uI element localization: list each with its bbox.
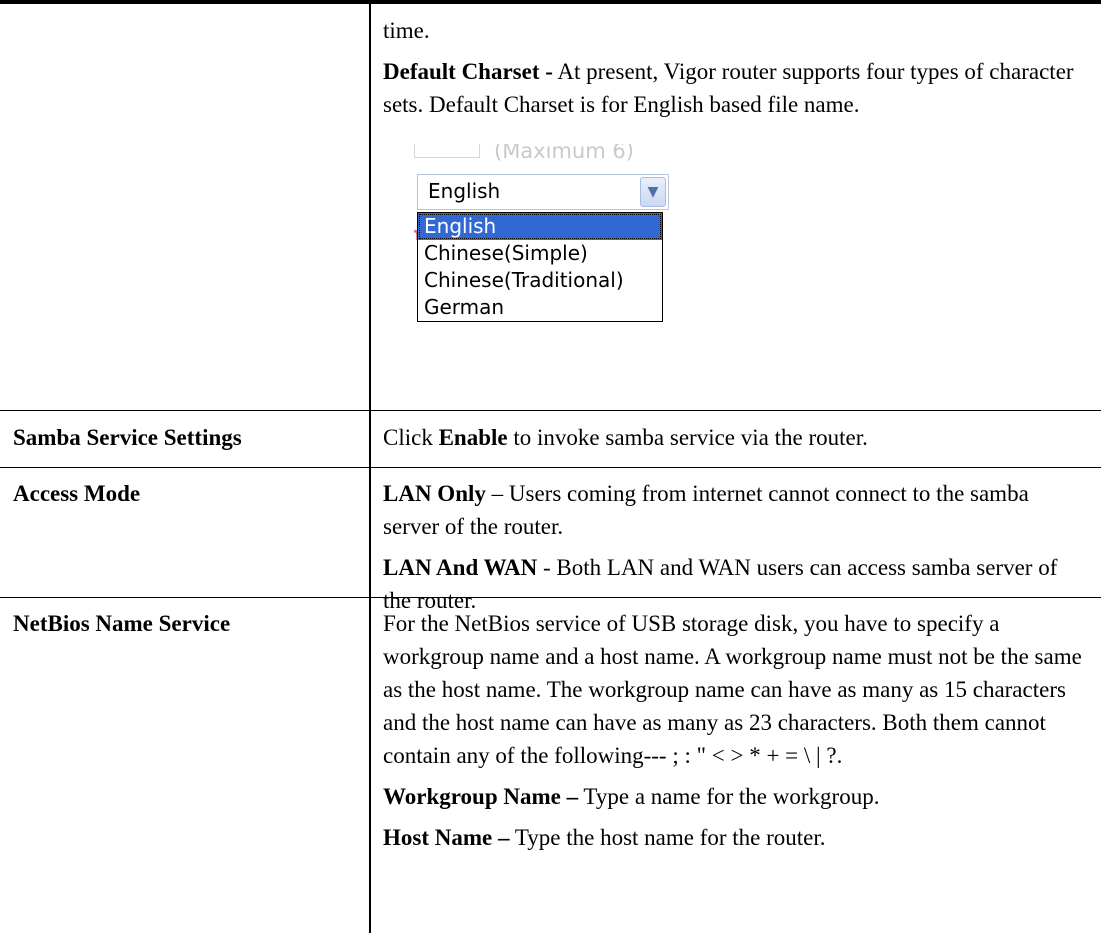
ghost-input-box xyxy=(414,144,480,158)
samba-label: Samba Service Settings xyxy=(13,425,242,450)
samba-pre: Click xyxy=(383,425,439,450)
row-divider xyxy=(0,467,1101,468)
charset-option[interactable]: Chinese(Simple) xyxy=(418,240,662,267)
lan-only-paragraph: LAN Only – Users coming from internet ca… xyxy=(383,477,1088,543)
lan-only-term: LAN Only xyxy=(383,481,486,506)
charset-screenshot: (Maximum 6) h English ▼ English Chinese(… xyxy=(414,144,734,374)
host-desc: Type the host name for the router. xyxy=(509,825,826,850)
host-term: Host Name – xyxy=(383,825,510,850)
charset-select[interactable]: English ▼ xyxy=(417,174,669,210)
table-top-rule xyxy=(0,0,1101,4)
ghost-text: (Maximum 6) xyxy=(494,144,634,163)
access-mode-cell: LAN Only – Users coming from internet ca… xyxy=(383,477,1088,625)
workgroup-term: Workgroup Name – xyxy=(383,784,579,809)
charset-paragraph: Default Charset - At present, Vigor rout… xyxy=(383,55,1088,121)
samba-enable-term: Enable xyxy=(438,425,508,450)
workgroup-desc: Type a name for the workgroup. xyxy=(578,784,880,809)
charset-option[interactable]: German xyxy=(418,294,662,321)
netbios-desc: For the NetBios service of USB storage d… xyxy=(383,611,1082,768)
lan-wan-term: LAN And WAN xyxy=(383,555,538,580)
samba-post: to invoke samba service via the router. xyxy=(507,425,868,450)
netbios-cell: For the NetBios service of USB storage d… xyxy=(383,607,1088,862)
charset-options-list[interactable]: English Chinese(Simple) Chinese(Traditio… xyxy=(417,212,663,322)
netbios-label: NetBios Name Service xyxy=(13,611,231,636)
workgroup-paragraph: Workgroup Name – Type a name for the wor… xyxy=(383,780,1088,813)
chevron-down-icon[interactable]: ▼ xyxy=(640,177,666,207)
host-paragraph: Host Name – Type the host name for the r… xyxy=(383,821,1088,854)
charset-select-value: English xyxy=(428,179,501,203)
samba-text: Click Enable to invoke samba service via… xyxy=(383,421,1088,454)
time-text: time. xyxy=(383,18,430,43)
charset-option[interactable]: English xyxy=(418,213,662,240)
access-mode-label: Access Mode xyxy=(13,481,141,506)
charset-option[interactable]: Chinese(Traditional) xyxy=(418,267,662,294)
manual-table: time. Default Charset - At present, Vigo… xyxy=(0,0,1101,933)
samba-cell: Click Enable to invoke samba service via… xyxy=(383,421,1088,462)
row-divider xyxy=(0,410,1101,411)
charset-cell: time. Default Charset - At present, Vigo… xyxy=(383,14,1088,129)
charset-term: Default Charset - xyxy=(383,59,553,84)
